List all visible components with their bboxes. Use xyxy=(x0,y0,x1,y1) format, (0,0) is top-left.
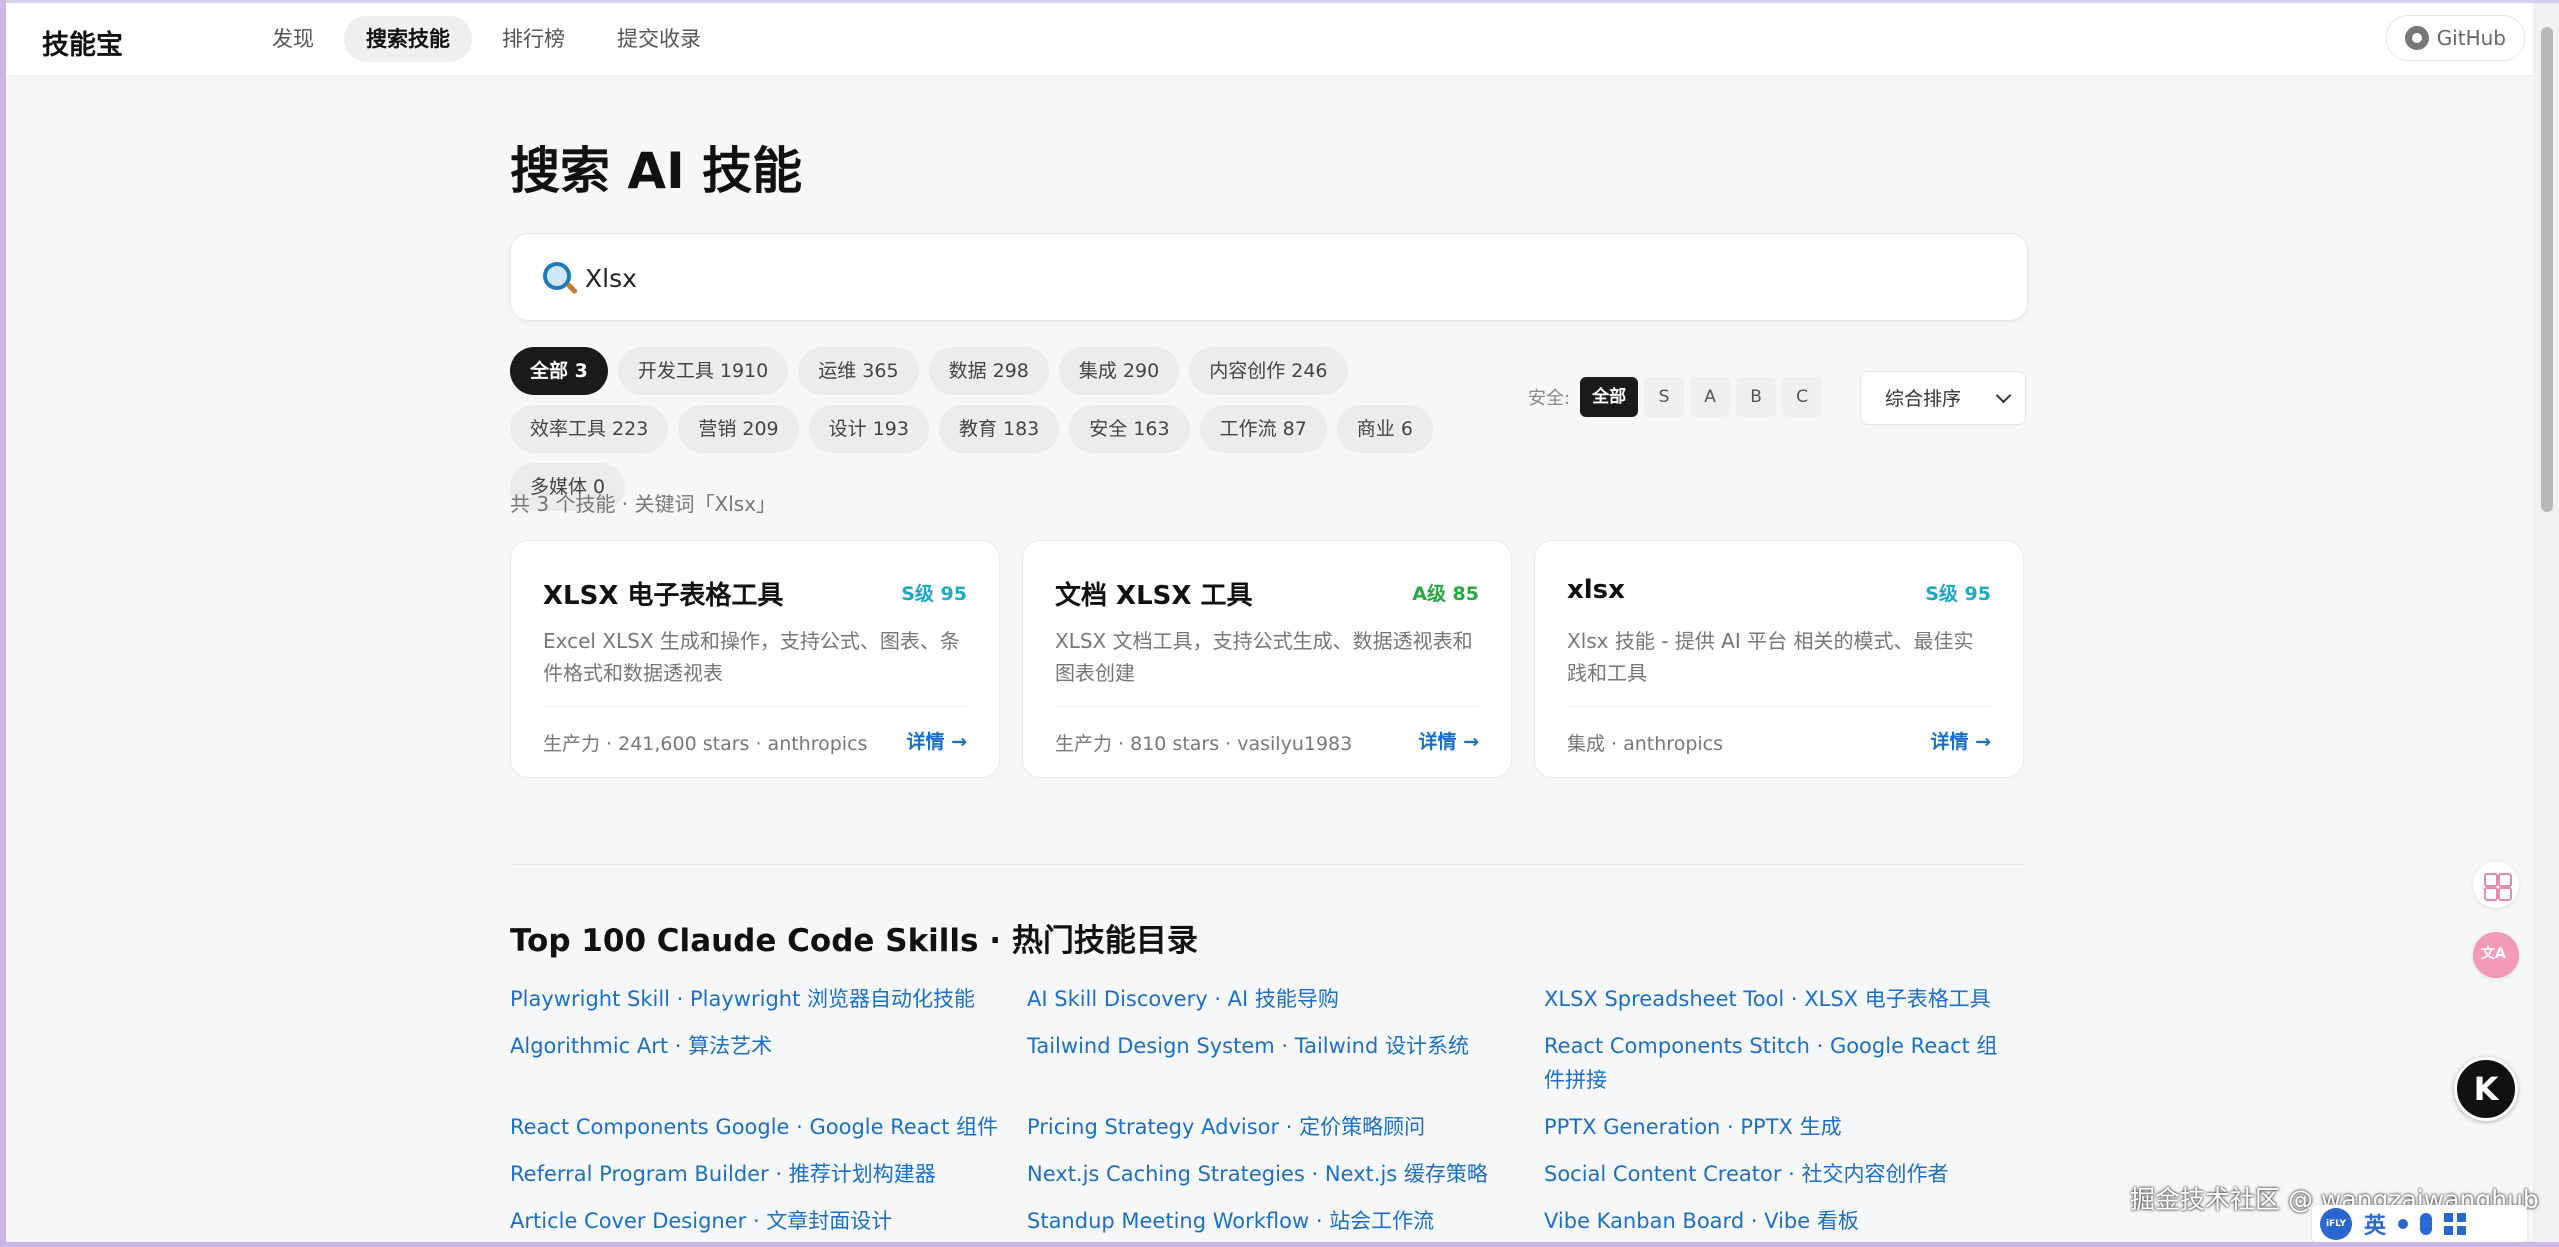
avatar[interactable]: K xyxy=(2454,1057,2518,1121)
skill-card-meta: 集成 · anthropics xyxy=(1567,733,1723,755)
category-chip-data[interactable]: 数据 298 xyxy=(928,347,1049,395)
category-chip-all[interactable]: 全部 3 xyxy=(510,347,608,395)
directory-link[interactable]: React Components Stitch · Google React 组… xyxy=(1544,1029,2026,1097)
page-scrollbar[interactable] xyxy=(2533,3,2559,1242)
result-summary: 共 3 个技能 · 关键词「Xlsx」 xyxy=(510,492,777,516)
nav-link-ranking[interactable]: 排行榜 xyxy=(480,16,587,62)
directory-link[interactable]: Article Cover Designer · 文章封面设计 xyxy=(510,1204,1027,1238)
skill-card-divider xyxy=(1055,706,1479,707)
skill-card-divider xyxy=(543,706,967,707)
category-filters: 全部 3 开发工具 1910 运维 365 数据 298 集成 290 内容创作… xyxy=(510,347,1510,511)
category-chip-productivity[interactable]: 效率工具 223 xyxy=(510,405,669,453)
ime-logo: iFLY xyxy=(2320,1208,2352,1240)
directory-link[interactable]: Pricing Strategy Advisor · 定价策略顾问 xyxy=(1027,1110,1544,1144)
grid-cell xyxy=(2484,887,2498,901)
nav-links: 发现 搜索技能 排行榜 提交收录 xyxy=(250,16,723,62)
skill-card-meta: 生产力 · 241,600 stars · anthropics xyxy=(543,733,868,755)
category-chip-ops[interactable]: 运维 365 xyxy=(798,347,919,395)
section-divider xyxy=(510,864,2026,865)
directory-links: Playwright Skill · Playwright 浏览器自动化技能 A… xyxy=(510,982,2026,1238)
directory-link[interactable]: Tailwind Design System · Tailwind 设计系统 xyxy=(1027,1029,1544,1097)
category-chip-workflow[interactable]: 工作流 87 xyxy=(1199,405,1327,453)
skill-card-title[interactable]: xlsx xyxy=(1567,575,1625,605)
safety-option-b[interactable]: B xyxy=(1736,377,1777,417)
directory-link[interactable]: Algorithmic Art · 算法艺术 xyxy=(510,1029,1027,1097)
nav-link-discover[interactable]: 发现 xyxy=(250,16,336,62)
category-chip-devtools[interactable]: 开发工具 1910 xyxy=(617,347,789,395)
safety-option-a[interactable]: A xyxy=(1690,377,1731,417)
skill-card-detail-link[interactable]: 详情 → xyxy=(1930,727,1991,754)
directory-title: Top 100 Claude Code Skills · 热门技能目录 xyxy=(510,923,1198,959)
skill-card-divider xyxy=(1567,706,1991,707)
grid-cell xyxy=(2484,873,2498,887)
page-title: 搜索 AI 技能 xyxy=(510,142,803,200)
sort-select-value: 综合排序 xyxy=(1885,388,1962,410)
window-frame-bottom xyxy=(0,1242,2559,1247)
magnifier-icon xyxy=(543,262,571,290)
grid-cell xyxy=(2498,873,2512,887)
safety-option-s[interactable]: S xyxy=(1644,377,1685,417)
window-frame-left xyxy=(0,0,6,1247)
safety-label: 安全: xyxy=(1528,388,1571,409)
skill-card-meta: 生产力 · 810 stars · vasilyu1983 xyxy=(1055,733,1353,755)
category-chip-education[interactable]: 教育 183 xyxy=(938,405,1060,453)
brand-logo[interactable]: 技能宝 xyxy=(42,23,123,62)
ime-toolbox-icon[interactable] xyxy=(2444,1213,2467,1235)
directory-link[interactable]: React Components Google · Google React 组… xyxy=(510,1110,1027,1144)
skill-card-grade: A级 85 xyxy=(1412,583,1479,605)
nav-link-search[interactable]: 搜索技能 xyxy=(344,16,472,62)
scrollbar-thumb[interactable] xyxy=(2541,27,2553,512)
nav-link-submit[interactable]: 提交收录 xyxy=(595,16,723,62)
directory-link[interactable]: Vibe Kanban Board · Vibe 看板 xyxy=(1544,1204,2026,1238)
skill-card-title[interactable]: XLSX 电子表格工具 xyxy=(543,575,783,612)
skill-card-detail-link[interactable]: 详情 → xyxy=(906,727,967,754)
safety-option-all[interactable]: 全部 xyxy=(1580,377,1639,417)
microphone-icon[interactable] xyxy=(2420,1213,2433,1235)
skill-card[interactable]: 文档 XLSX 工具 A级 85 XLSX 文档工具，支持公式生成、数据透视表和… xyxy=(1022,540,1512,778)
skill-card-grade: S级 95 xyxy=(1925,583,1991,605)
category-chip-security[interactable]: 安全 163 xyxy=(1069,405,1190,453)
skill-card-grade: S级 95 xyxy=(901,583,967,605)
github-label: GitHub xyxy=(2436,26,2506,50)
category-chip-content[interactable]: 内容创作 246 xyxy=(1189,347,1348,395)
category-chip-integration[interactable]: 集成 290 xyxy=(1058,347,1180,395)
skill-card[interactable]: xlsx S级 95 Xlsx 技能 - 提供 AI 平台 相关的模式、最佳实践… xyxy=(1534,540,2024,778)
directory-link[interactable]: Social Content Creator · 社交内容创作者 xyxy=(1544,1157,2026,1191)
ime-toolbar[interactable]: iFLY 英 xyxy=(2312,1205,2527,1243)
ime-language[interactable]: 英 xyxy=(2364,1208,2386,1240)
directory-link[interactable]: XLSX Spreadsheet Tool · XLSX 电子表格工具 xyxy=(1544,982,2026,1016)
translate-icon[interactable] xyxy=(2473,932,2519,978)
skill-card-desc: Excel XLSX 生成和操作，支持公式、图表、条件格式和数据透视表 xyxy=(543,629,960,685)
top-nav: 技能宝 发现 搜索技能 排行榜 提交收录 GitHub xyxy=(6,3,2533,76)
result-cards: XLSX 电子表格工具 S级 95 Excel XLSX 生成和操作，支持公式、… xyxy=(510,540,2024,778)
search-box[interactable] xyxy=(510,233,2028,321)
directory-link[interactable]: AI Skill Discovery · AI 技能导购 xyxy=(1027,982,1544,1016)
github-icon xyxy=(2404,26,2429,50)
app-grid-icon[interactable] xyxy=(2473,862,2519,908)
directory-link[interactable]: PPTX Generation · PPTX 生成 xyxy=(1544,1110,2026,1144)
safety-filter: 安全: 全部 S A B C xyxy=(1528,377,1823,417)
directory-link[interactable]: Standup Meeting Workflow · 站会工作流 xyxy=(1027,1204,1544,1238)
ime-punctuation-icon[interactable] xyxy=(2398,1219,2409,1229)
search-input[interactable] xyxy=(583,252,1987,304)
safety-option-c[interactable]: C xyxy=(1782,377,1823,417)
skill-card[interactable]: XLSX 电子表格工具 S级 95 Excel XLSX 生成和操作，支持公式、… xyxy=(510,540,1000,778)
github-button[interactable]: GitHub xyxy=(2385,15,2525,61)
category-chip-design[interactable]: 设计 193 xyxy=(808,405,929,453)
directory-link[interactable]: Referral Program Builder · 推荐计划构建器 xyxy=(510,1157,1027,1191)
skill-card-desc: Xlsx 技能 - 提供 AI 平台 相关的模式、最佳实践和工具 xyxy=(1567,629,1974,685)
grid-cell xyxy=(2498,887,2512,901)
category-chip-marketing[interactable]: 营销 209 xyxy=(678,405,799,453)
category-chip-business[interactable]: 商业 6 xyxy=(1336,405,1433,453)
sort-select[interactable]: 综合排序 xyxy=(1860,371,2026,425)
directory-link[interactable]: Next.js Caching Strategies · Next.js 缓存策… xyxy=(1027,1157,1544,1191)
skill-card-desc: XLSX 文档工具，支持公式生成、数据透视表和图表创建 xyxy=(1055,629,1473,685)
skill-card-detail-link[interactable]: 详情 → xyxy=(1418,727,1479,754)
directory-link[interactable]: Playwright Skill · Playwright 浏览器自动化技能 xyxy=(510,982,1027,1016)
skill-card-title[interactable]: 文档 XLSX 工具 xyxy=(1055,575,1253,612)
chevron-down-icon xyxy=(1995,387,2012,404)
